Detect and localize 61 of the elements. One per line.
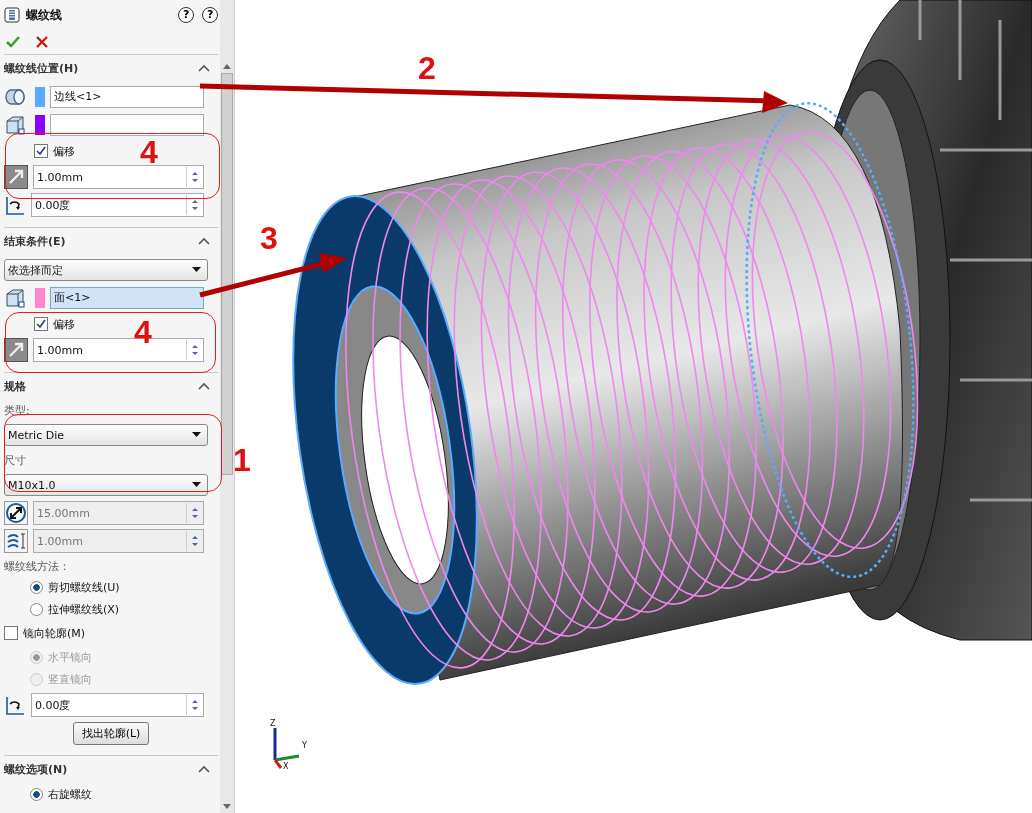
angle-icon	[4, 694, 26, 716]
field-label: 尺寸	[4, 452, 26, 468]
selection-field[interactable]: 边线<1>	[50, 86, 205, 108]
axis-label: Z	[270, 720, 276, 728]
dropdown-caret-icon	[192, 267, 202, 273]
scroll-down-icon[interactable]	[223, 804, 232, 809]
checkbox[interactable]	[34, 317, 48, 331]
thread-icon	[4, 7, 20, 23]
scroll-up-icon[interactable]	[223, 64, 232, 69]
collapse-chevron-icon[interactable]	[198, 765, 211, 773]
radio-label: 竖直镜向	[48, 671, 92, 687]
dropdown-caret-icon	[192, 432, 202, 438]
diameter-icon	[4, 501, 28, 525]
callout-number: 3	[260, 222, 278, 254]
angle-icon	[4, 194, 26, 216]
cancel-x-icon[interactable]	[36, 36, 48, 48]
dropdown[interactable]: M10x1.0	[4, 474, 209, 496]
collapse-chevron-icon[interactable]	[198, 382, 211, 390]
pitch-icon	[4, 529, 28, 553]
section-title: 螺纹线位置(H)	[4, 60, 79, 76]
radio-label: 水平镜向	[48, 649, 92, 665]
checkbox[interactable]	[4, 626, 18, 640]
selection-field[interactable]	[50, 114, 205, 136]
dropdown-caret-icon	[192, 482, 202, 488]
section-title: 螺纹选项(N)	[4, 761, 68, 777]
number-field[interactable]: 1.00mm	[33, 165, 205, 189]
checkbox-label: 偏移	[53, 143, 75, 159]
number-field[interactable]: 0.00度	[31, 193, 205, 217]
collapse-chevron-icon[interactable]	[198, 64, 211, 72]
help-button[interactable]: ?	[202, 7, 219, 23]
dropdown[interactable]: Metric Die	[4, 424, 209, 446]
axis-label: X	[283, 763, 289, 771]
checkbox-label: 偏移	[53, 316, 75, 332]
callout-number: 1	[233, 444, 251, 476]
radio-button[interactable]	[30, 602, 43, 616]
radio-label: 右旋螺纹	[48, 786, 92, 802]
field-label: 螺纹线方法：	[4, 558, 70, 574]
radio-label: 拉伸螺纹线(X)	[48, 601, 120, 617]
cube-icon	[4, 287, 26, 309]
scrollbar[interactable]	[220, 0, 234, 813]
checkbox[interactable]	[34, 144, 48, 158]
section-title: 规格	[4, 378, 26, 394]
collapse-chevron-icon[interactable]	[198, 237, 211, 245]
callout-number: 4	[140, 136, 158, 168]
cylinder-icon	[4, 86, 26, 108]
section-title: 结束条件(E)	[4, 233, 66, 249]
callout-number: 2	[418, 52, 436, 84]
field-label: 类型:	[4, 402, 30, 418]
cube-icon	[4, 114, 26, 136]
checkbox-label: 镜向轮廓(M)	[23, 625, 86, 641]
ok-check-icon[interactable]	[6, 36, 20, 48]
panel-title: 螺纹线	[26, 6, 62, 24]
dropdown[interactable]: 依选择而定	[4, 259, 209, 281]
radio-button[interactable]	[30, 580, 43, 594]
selection-field[interactable]: 面<1>	[50, 287, 205, 309]
radio-button[interactable]	[30, 787, 43, 801]
radio-label: 剪切螺纹线(U)	[48, 579, 120, 595]
number-field[interactable]: 0.00度	[31, 693, 205, 717]
find-profile-button[interactable]: 找出轮廓(L)	[72, 721, 150, 745]
help-button[interactable]: ?	[178, 7, 195, 23]
axis-label: Y	[302, 742, 307, 750]
